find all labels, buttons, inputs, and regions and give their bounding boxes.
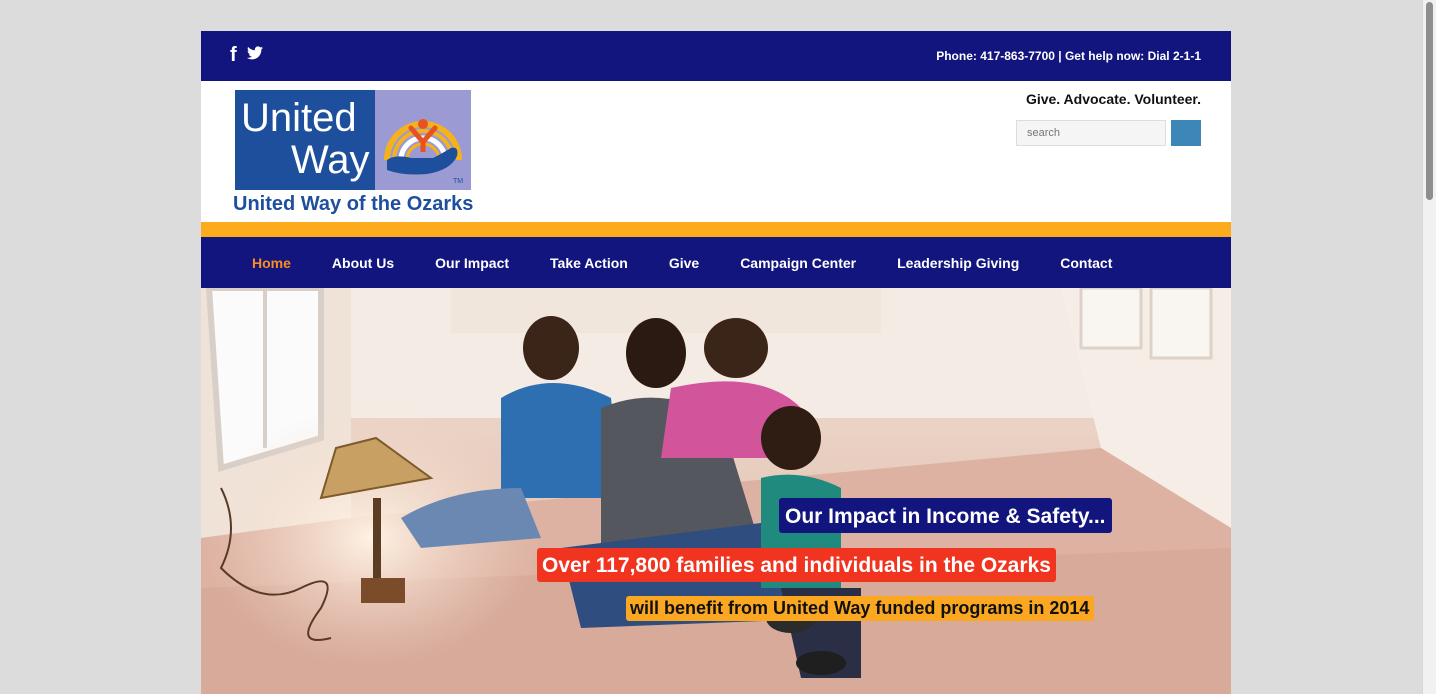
nav-item-give[interactable]: Give — [669, 255, 699, 271]
logo-wordmark: United Way — [235, 90, 375, 190]
page-container: f Phone: 417-863-7700 | Get help now: Di… — [201, 31, 1231, 694]
nav-item-take-action[interactable]: Take Action — [550, 255, 628, 271]
logo-word-way: Way — [291, 138, 370, 182]
tagline: Give. Advocate. Volunteer. — [1025, 91, 1201, 107]
nav-item-contact[interactable]: Contact — [1060, 255, 1112, 271]
nav-item-leadership-giving[interactable]: Leadership Giving — [897, 255, 1019, 271]
search-form — [1016, 120, 1201, 146]
twitter-icon[interactable] — [246, 45, 263, 65]
hand-rainbow-icon: TM — [384, 119, 463, 185]
hero-statistic: Over 117,800 families and individuals in… — [537, 548, 1056, 582]
united-way-logo[interactable]: United Way TM — [235, 90, 471, 190]
scrollbar-thumb[interactable] — [1426, 2, 1433, 200]
search-button[interactable] — [1171, 120, 1201, 146]
nav-item-our-impact[interactable]: Our Impact — [435, 255, 509, 271]
logo-trademark: TM — [453, 178, 463, 185]
nav-item-about-us[interactable]: About Us — [332, 255, 394, 271]
hero-banner[interactable]: Our Impact in Income & Safety... Over 11… — [201, 288, 1231, 694]
vertical-scrollbar[interactable] — [1422, 0, 1436, 694]
logo-subtitle: United Way of the Ozarks — [233, 193, 474, 215]
accent-stripe — [201, 222, 1231, 237]
nav-item-home[interactable]: Home — [252, 255, 291, 271]
hero-photo — [201, 288, 1231, 694]
hero-subtext: will benefit from United Way funded prog… — [626, 596, 1095, 621]
search-input[interactable] — [1016, 120, 1166, 146]
contact-info: Phone: 417-863-7700 | Get help now: Dial… — [936, 49, 1201, 63]
main-nav: Home About Us Our Impact Take Action Giv… — [201, 237, 1231, 288]
top-bar: f Phone: 417-863-7700 | Get help now: Di… — [201, 31, 1231, 81]
hero-headline: Our Impact in Income & Safety... — [779, 498, 1112, 533]
facebook-icon[interactable]: f — [230, 45, 237, 65]
social-links: f — [230, 45, 263, 65]
logo-word-united: United — [241, 96, 357, 140]
nav-item-campaign-center[interactable]: Campaign Center — [740, 255, 856, 271]
logo-emblem: TM — [375, 90, 471, 190]
site-header: United Way TM United Way of the Ozarks G… — [201, 81, 1231, 222]
